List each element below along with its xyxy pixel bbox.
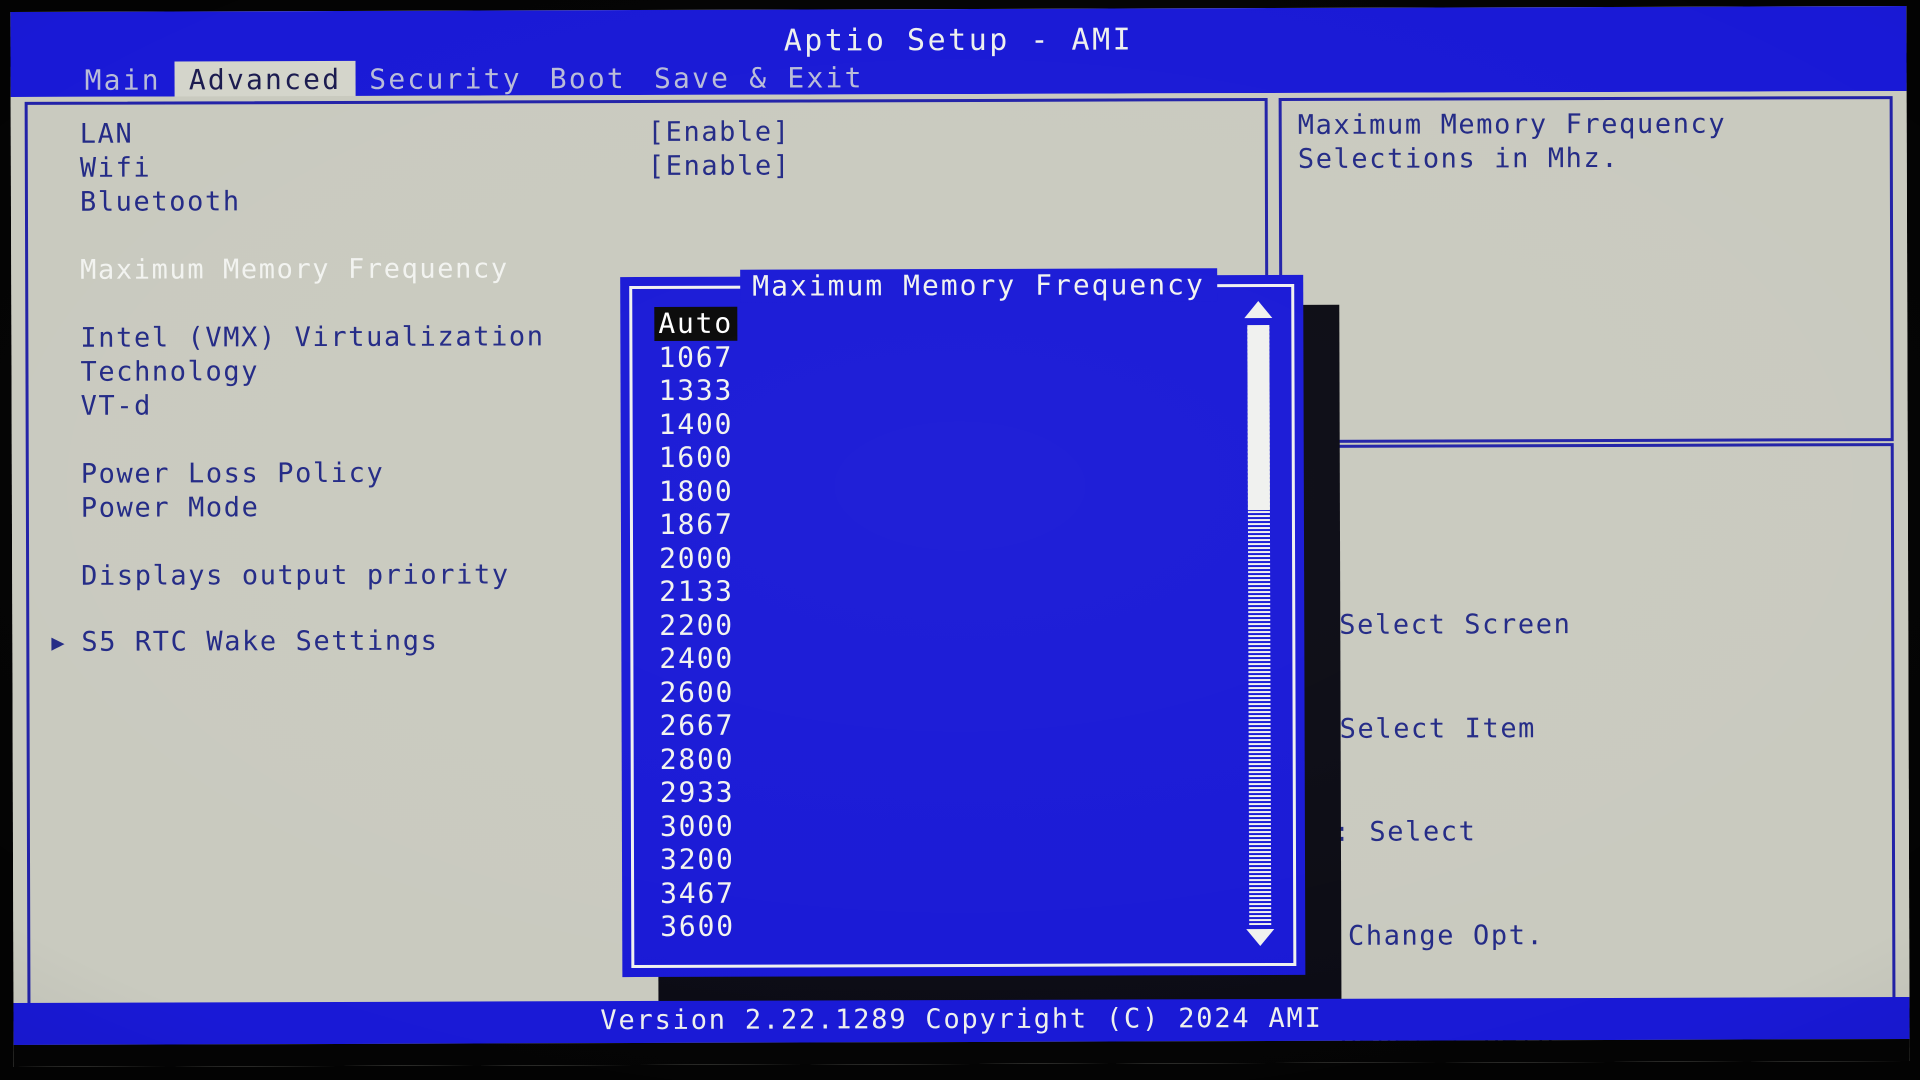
setting-label-technology[interactable]: Technology: [80, 356, 259, 391]
setting-label-wifi[interactable]: Wifi: [80, 153, 152, 187]
option-3600[interactable]: 3600: [656, 910, 739, 944]
option-2200[interactable]: 2200: [655, 608, 738, 642]
setting-label-power-mode[interactable]: Power Mode: [81, 492, 260, 527]
maximum-memory-frequency-dialog: Maximum Memory Frequency Auto 1067 1333 …: [620, 268, 1306, 978]
option-list-scrollbar[interactable]: [1243, 301, 1275, 949]
menu-bar[interactable]: Main Advanced Security Boot Save & Exit: [71, 59, 878, 103]
setting-value-lan[interactable]: [Enable]: [648, 117, 791, 151]
option-3200[interactable]: 3200: [656, 843, 739, 877]
footer-band: Version 2.22.1289 Copyright (C) 2024 AMI: [13, 997, 1910, 1045]
header-band: Aptio Setup - AMI Main Advanced Security…: [10, 6, 1907, 103]
list-item: 3467: [656, 875, 1126, 910]
list-item: 2667: [656, 707, 1126, 742]
setting-label-displays-output-priority[interactable]: Displays output priority: [81, 559, 510, 594]
option-2600[interactable]: 2600: [655, 675, 738, 709]
list-item: 1400: [655, 406, 1125, 441]
option-1600[interactable]: 1600: [655, 441, 738, 475]
option-2400[interactable]: 2400: [655, 642, 738, 676]
popup-title: Maximum Memory Frequency: [740, 268, 1217, 303]
scrollbar-track[interactable]: [1247, 325, 1272, 926]
legend-select-screen: Select Screen: [1339, 609, 1572, 641]
scroll-up-arrow-icon[interactable]: [1244, 301, 1273, 321]
body-area: LAN [Enable] Wifi [Enable] Bluetooth Max…: [10, 91, 1910, 1055]
setting-label-vt-d[interactable]: VT-d: [81, 391, 153, 425]
legend-enter-select: er: Select: [1297, 816, 1477, 848]
option-auto[interactable]: Auto: [654, 306, 738, 341]
submenu-arrow-icon: ▶: [51, 630, 65, 656]
option-1867[interactable]: 1867: [655, 508, 738, 542]
list-item: 3200: [656, 841, 1126, 876]
option-2000[interactable]: 2000: [655, 541, 738, 575]
option-1400[interactable]: 1400: [655, 407, 738, 441]
list-item: 2933: [656, 774, 1126, 809]
page-title: Aptio Setup - AMI: [783, 22, 1134, 59]
key-legend: Select Screen Select Item er: Select : C…: [1297, 539, 1664, 1067]
option-3000[interactable]: 3000: [656, 809, 739, 843]
list-item: 1067: [654, 339, 1124, 374]
option-list[interactable]: Auto 1067 1333 1400 1600 1800 1867 2000 …: [654, 305, 1126, 943]
list-item: 2000: [655, 540, 1125, 575]
scroll-down-arrow-icon[interactable]: [1246, 929, 1275, 949]
scrollbar-thumb[interactable]: [1247, 325, 1270, 511]
popup-inner-border: Maximum Memory Frequency Auto 1067 1333 …: [629, 268, 1297, 969]
legend-select-item: Select Item: [1339, 712, 1537, 745]
setting-label-power-loss-policy[interactable]: Power Loss Policy: [81, 458, 385, 493]
list-item: 1800: [655, 473, 1125, 508]
option-1333[interactable]: 1333: [654, 374, 737, 408]
option-1067[interactable]: 1067: [654, 340, 737, 374]
list-item: 3000: [656, 808, 1126, 843]
option-2800[interactable]: 2800: [656, 742, 739, 776]
list-item: 1867: [655, 506, 1125, 541]
list-item: 2600: [655, 674, 1125, 709]
list-item: 1333: [654, 372, 1124, 407]
setting-value-wifi[interactable]: [Enable]: [648, 151, 791, 185]
help-description-pane: Maximum Memory Frequency Selections in M…: [1278, 96, 1894, 443]
setting-label-maximum-memory-frequency[interactable]: Maximum Memory Frequency: [80, 253, 509, 288]
version-text: Version 2.22.1289 Copyright (C) 2024 AMI: [600, 1002, 1323, 1037]
bios-screen: Aptio Setup - AMI Main Advanced Security…: [10, 6, 1910, 1067]
setting-label-intel-vmx-virtualization[interactable]: Intel (VMX) Virtualization: [80, 321, 544, 356]
option-2933[interactable]: 2933: [656, 776, 739, 810]
list-item: Auto: [654, 305, 1124, 341]
legend-change-opt: : Change Opt.: [1312, 919, 1545, 952]
option-1800[interactable]: 1800: [655, 474, 738, 508]
screen-bottom-edge: [13, 1039, 1910, 1067]
help-description-text: Maximum Memory Frequency Selections in M…: [1297, 108, 1727, 175]
list-item: 2200: [655, 607, 1125, 642]
list-item: 1600: [655, 439, 1125, 474]
setting-label-s5-rtc-wake-settings[interactable]: S5 RTC Wake Settings: [81, 626, 438, 661]
setting-label-lan[interactable]: LAN: [80, 119, 134, 153]
key-legend-pane: Select Screen Select Item er: Select : C…: [1279, 443, 1896, 1055]
monitor-photo-frame: Aptio Setup - AMI Main Advanced Security…: [0, 0, 1920, 1080]
list-item: 3600: [656, 908, 1126, 943]
setting-label-bluetooth[interactable]: Bluetooth: [80, 186, 241, 221]
option-2133[interactable]: 2133: [655, 575, 738, 609]
option-2667[interactable]: 2667: [656, 709, 739, 743]
option-3467[interactable]: 3467: [656, 876, 739, 910]
list-item: 2133: [655, 573, 1125, 608]
list-item: 2800: [656, 741, 1126, 776]
list-item: 2400: [655, 640, 1125, 675]
